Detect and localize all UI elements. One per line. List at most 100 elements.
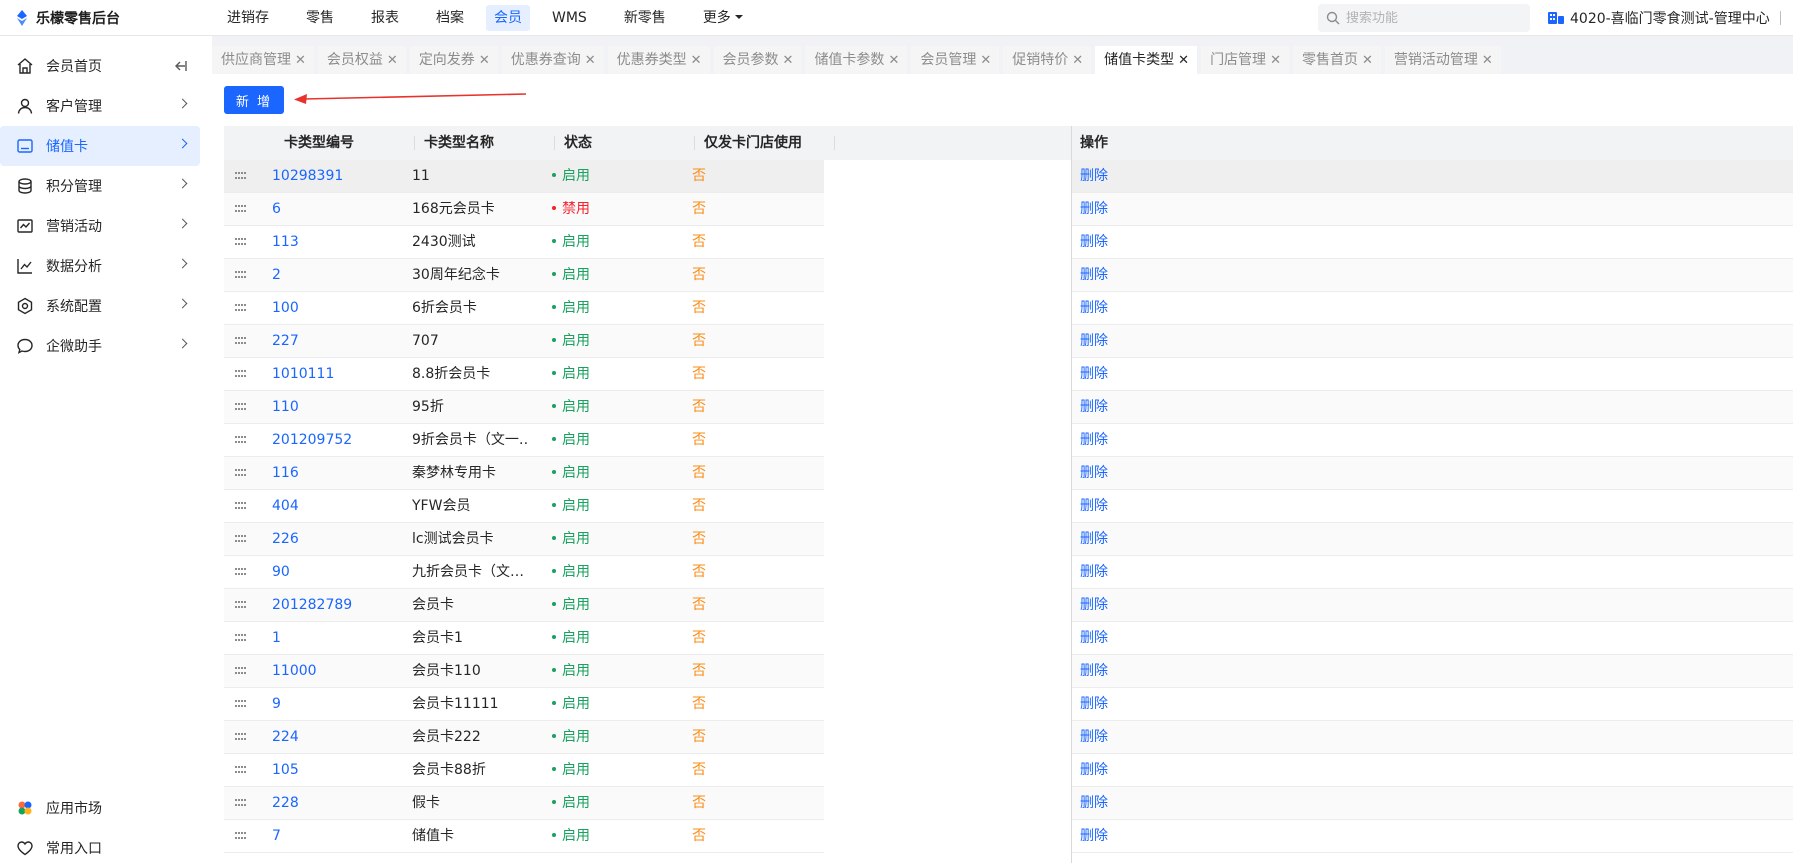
close-icon[interactable]: ✕ bbox=[479, 53, 490, 68]
page-tab[interactable]: 营销活动管理 ✕ bbox=[1384, 46, 1501, 74]
drag-handle-icon[interactable] bbox=[235, 403, 247, 411]
delete-link[interactable]: 删除 bbox=[1080, 589, 1108, 622]
header-name[interactable]: 卡类型名称 bbox=[424, 126, 494, 160]
close-icon[interactable]: ✕ bbox=[888, 53, 899, 68]
drag-handle-icon[interactable] bbox=[235, 370, 247, 378]
drag-handle-icon[interactable] bbox=[235, 832, 247, 840]
card-type-code-link[interactable]: 105 bbox=[272, 754, 407, 787]
page-tab[interactable]: 会员管理 ✕ bbox=[911, 46, 1000, 74]
page-tab[interactable]: 定向发券 ✕ bbox=[409, 46, 498, 74]
delete-link[interactable]: 删除 bbox=[1080, 754, 1108, 787]
close-icon[interactable]: ✕ bbox=[1362, 53, 1373, 68]
header-code[interactable]: 卡类型编号 bbox=[284, 126, 354, 160]
top-nav-item[interactable]: WMS bbox=[537, 5, 602, 31]
table-row[interactable]: 100 6折会员卡 启用 否 删除 bbox=[224, 292, 1793, 325]
drag-handle-icon[interactable] bbox=[235, 535, 247, 543]
delete-link[interactable]: 删除 bbox=[1080, 424, 1108, 457]
table-row[interactable]: 11000 会员卡110 启用 否 删除 bbox=[224, 655, 1793, 688]
close-icon[interactable]: ✕ bbox=[783, 53, 794, 68]
page-tab[interactable]: 优惠券查询 ✕ bbox=[501, 46, 604, 74]
card-type-code-link[interactable]: 110 bbox=[272, 391, 407, 424]
card-type-code-link[interactable]: 7 bbox=[272, 820, 407, 853]
card-type-code-link[interactable]: 201282789 bbox=[272, 589, 407, 622]
table-row[interactable]: 2 30周年纪念卡 启用 否 删除 bbox=[224, 259, 1793, 292]
collapse-sidebar-icon[interactable] bbox=[172, 58, 188, 74]
close-icon[interactable]: ✕ bbox=[295, 53, 306, 68]
page-tab[interactable]: 促销特价 ✕ bbox=[1003, 46, 1092, 74]
card-type-code-link[interactable]: 6 bbox=[272, 193, 407, 226]
table-row[interactable]: 116 秦梦林专用卡 启用 否 删除 bbox=[224, 457, 1793, 490]
card-type-code-link[interactable]: 1010111 bbox=[272, 358, 407, 391]
card-type-code-link[interactable]: 116 bbox=[272, 457, 407, 490]
delete-link[interactable]: 删除 bbox=[1080, 358, 1108, 391]
top-nav-more-dropdown[interactable]: 更多 bbox=[688, 5, 758, 31]
drag-handle-icon[interactable] bbox=[235, 238, 247, 246]
top-nav-item[interactable]: 会员 bbox=[486, 4, 530, 31]
drag-handle-icon[interactable] bbox=[235, 667, 247, 675]
top-nav-item[interactable]: 报表 bbox=[356, 5, 414, 31]
card-type-code-link[interactable]: 201209752 bbox=[272, 424, 407, 457]
delete-link[interactable]: 删除 bbox=[1080, 490, 1108, 523]
table-row[interactable]: 224 会员卡222 启用 否 删除 bbox=[224, 721, 1793, 754]
card-type-code-link[interactable]: 1 bbox=[272, 622, 407, 655]
sidebar-item[interactable]: 数据分析 bbox=[0, 246, 200, 286]
drag-handle-icon[interactable] bbox=[235, 436, 247, 444]
delete-link[interactable]: 删除 bbox=[1080, 160, 1108, 193]
card-type-code-link[interactable]: 404 bbox=[272, 490, 407, 523]
drag-handle-icon[interactable] bbox=[235, 271, 247, 279]
top-nav-item[interactable]: 进销存 bbox=[212, 5, 284, 31]
drag-handle-icon[interactable] bbox=[235, 766, 247, 774]
page-tab[interactable]: 会员权益 ✕ bbox=[317, 46, 406, 74]
card-type-code-link[interactable]: 226 bbox=[272, 523, 407, 556]
table-row[interactable]: 228 假卡 启用 否 删除 bbox=[224, 787, 1793, 820]
table-row[interactable]: 227 707 启用 否 删除 bbox=[224, 325, 1793, 358]
table-row[interactable]: 9 会员卡11111 启用 否 删除 bbox=[224, 688, 1793, 721]
close-icon[interactable]: ✕ bbox=[387, 53, 398, 68]
delete-link[interactable]: 删除 bbox=[1080, 523, 1108, 556]
table-row[interactable]: 10298391 11 启用 否 删除 bbox=[224, 160, 1793, 193]
page-tab[interactable]: 供应商管理 ✕ bbox=[212, 46, 314, 74]
sidebar-bottom-item[interactable]: 常用入口 bbox=[0, 828, 200, 863]
card-type-code-link[interactable]: 9 bbox=[272, 688, 407, 721]
table-row[interactable]: 1010111 8.8折会员卡 启用 否 删除 bbox=[224, 358, 1793, 391]
search-input[interactable] bbox=[1346, 10, 1526, 26]
sidebar-item[interactable]: 企微助手 bbox=[0, 326, 200, 366]
page-tab[interactable]: 优惠券类型 ✕ bbox=[607, 46, 710, 74]
card-type-code-link[interactable]: 90 bbox=[272, 556, 407, 589]
delete-link[interactable]: 删除 bbox=[1080, 622, 1108, 655]
top-nav-item[interactable]: 零售 bbox=[291, 5, 349, 31]
drag-handle-icon[interactable] bbox=[235, 601, 247, 609]
close-icon[interactable]: ✕ bbox=[980, 53, 991, 68]
org-switcher[interactable]: 4020-喜临门零食测试-管理中心 bbox=[1548, 0, 1781, 36]
close-icon[interactable]: ✕ bbox=[691, 53, 702, 68]
close-icon[interactable]: ✕ bbox=[1482, 53, 1493, 68]
header-store-only[interactable]: 仅发卡门店使用 bbox=[704, 126, 802, 160]
table-row[interactable]: 7 储值卡 启用 否 删除 bbox=[224, 820, 1793, 853]
delete-link[interactable]: 删除 bbox=[1080, 292, 1108, 325]
table-row[interactable]: 226 lc测试会员卡 启用 否 删除 bbox=[224, 523, 1793, 556]
card-type-code-link[interactable]: 10298391 bbox=[272, 160, 407, 193]
drag-handle-icon[interactable] bbox=[235, 205, 247, 213]
card-type-code-link[interactable]: 113 bbox=[272, 226, 407, 259]
close-icon[interactable]: ✕ bbox=[585, 53, 596, 68]
table-row[interactable]: 201209752 9折会员卡（文一… 启用 否 删除 bbox=[224, 424, 1793, 457]
drag-handle-icon[interactable] bbox=[235, 634, 247, 642]
sidebar-item[interactable]: 系统配置 bbox=[0, 286, 200, 326]
search-box[interactable] bbox=[1318, 4, 1530, 32]
delete-link[interactable]: 删除 bbox=[1080, 820, 1108, 853]
drag-handle-icon[interactable] bbox=[235, 469, 247, 477]
table-row[interactable]: 6 168元会员卡 禁用 否 删除 bbox=[224, 193, 1793, 226]
drag-handle-icon[interactable] bbox=[235, 337, 247, 345]
card-type-code-link[interactable]: 228 bbox=[272, 787, 407, 820]
delete-link[interactable]: 删除 bbox=[1080, 193, 1108, 226]
delete-link[interactable]: 删除 bbox=[1080, 391, 1108, 424]
top-nav-item[interactable]: 档案 bbox=[421, 5, 479, 31]
close-icon[interactable]: ✕ bbox=[1178, 53, 1189, 68]
top-nav-item[interactable]: 新零售 bbox=[609, 5, 681, 31]
delete-link[interactable]: 删除 bbox=[1080, 556, 1108, 589]
card-type-code-link[interactable]: 11000 bbox=[272, 655, 407, 688]
page-tab[interactable]: 储值卡参数 ✕ bbox=[805, 46, 908, 74]
drag-handle-icon[interactable] bbox=[235, 172, 247, 180]
delete-link[interactable]: 删除 bbox=[1080, 226, 1108, 259]
sidebar-item[interactable]: 营销活动 bbox=[0, 206, 200, 246]
